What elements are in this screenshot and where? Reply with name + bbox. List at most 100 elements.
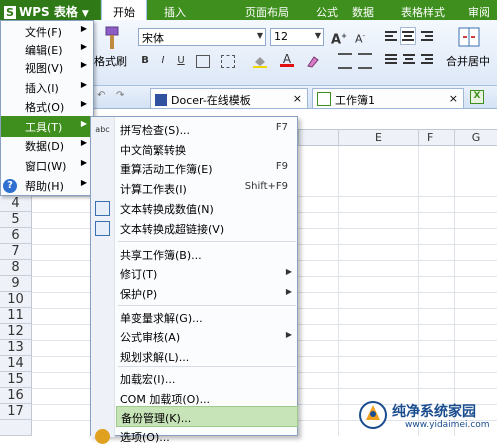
chevron-down-icon[interactable]: ▼	[315, 31, 321, 40]
column-header-f[interactable]: F	[418, 130, 454, 146]
menu-item-insert[interactable]: 插入(I) ▶	[1, 77, 93, 98]
row-header[interactable]: 5	[0, 212, 32, 228]
clear-format-icon[interactable]	[306, 55, 320, 68]
submenu-arrow-icon: ▶	[285, 330, 292, 339]
menu-item-load-macro[interactable]: 加载宏(I)...	[116, 368, 298, 389]
tab-review[interactable]: 审阅	[461, 0, 497, 20]
tab-page-layout[interactable]: 页面布局	[232, 0, 302, 20]
submenu-arrow-icon: ▶	[285, 287, 292, 296]
row-header[interactable]: 9	[0, 276, 32, 292]
font-size-value: 12	[274, 30, 288, 43]
tab-home[interactable]: 开始	[101, 0, 147, 20]
submenu-arrow-icon: ▶	[285, 267, 292, 276]
menu-item-text-to-hyperlink[interactable]: 文本转换成超链接(V)	[116, 218, 298, 239]
menu-item-options[interactable]: 选项(O)...	[116, 426, 298, 447]
align-middle-icon[interactable]	[402, 53, 416, 67]
format-painter-icon[interactable]	[100, 25, 124, 51]
gridline	[454, 146, 455, 436]
menu-item-spell-check[interactable]: 拼写检查(S)... F7	[116, 119, 298, 140]
column-header-g[interactable]: G	[454, 130, 497, 146]
menu-item-calculate-sheet[interactable]: 计算工作表(I) Shift+F9	[116, 178, 298, 199]
menu-item-format[interactable]: 格式(O) ▶	[1, 96, 93, 117]
decrease-font-icon[interactable]: A-	[351, 28, 369, 46]
tab-docer-templates[interactable]: Docer-在线模板 ×	[150, 88, 308, 108]
menu-item-label: COM 加载项(O)...	[120, 393, 211, 406]
chevron-down-icon[interactable]: ▼	[257, 31, 263, 40]
menu-item-solver[interactable]: 规划求解(L)...	[116, 346, 298, 367]
menu-item-share-workbook[interactable]: 共享工作簿(B)...	[116, 244, 298, 265]
menu-item-label: 视图(V)	[25, 62, 64, 75]
font-size-select[interactable]: 12 ▼	[270, 28, 324, 46]
tab-workbook1[interactable]: 工作簿1 ×	[312, 88, 464, 108]
column-header[interactable]	[298, 130, 338, 146]
menu-item-formula-auditing[interactable]: 公式审核(A) ▶	[116, 326, 298, 347]
row-header[interactable]: 8	[0, 260, 32, 276]
row-header[interactable]: 6	[0, 228, 32, 244]
menu-item-backup-management[interactable]: 备份管理(K)...	[116, 406, 298, 427]
menu-item-view[interactable]: 视图(V) ▶	[1, 57, 93, 78]
tab-data[interactable]: 数据	[340, 0, 386, 20]
format-painter-label[interactable]: 格式刷	[94, 53, 127, 69]
submenu-arrow-icon: ▶	[80, 158, 87, 167]
tab-table-style[interactable]: 表格样式	[388, 0, 458, 20]
outdent-icon[interactable]	[358, 53, 372, 69]
row-header[interactable]: 13	[0, 340, 32, 356]
menu-item-label: 文本转换成数值(N)	[120, 203, 214, 216]
row-header[interactable]: 12	[0, 324, 32, 340]
menu-separator	[118, 305, 296, 306]
align-left-icon[interactable]	[384, 29, 398, 43]
align-center-icon[interactable]	[400, 27, 416, 45]
wps-app-menu-button[interactable]: S WPS 表格 ▼	[0, 0, 100, 20]
close-tab-icon[interactable]: ×	[449, 92, 458, 105]
merge-center-label[interactable]: 合并居中	[446, 53, 490, 69]
app-title: WPS 表格	[19, 5, 78, 19]
menu-item-data[interactable]: 数据(D) ▶	[1, 135, 93, 156]
menu-item-protect[interactable]: 保护(P) ▶	[116, 283, 298, 304]
row-header[interactable]: 4	[0, 196, 32, 212]
menu-item-label: 数据(D)	[25, 140, 65, 153]
menu-item-chinese-conversion[interactable]: 中文简繁转换	[116, 139, 298, 160]
row-header[interactable]: 15	[0, 372, 32, 388]
align-right-icon[interactable]	[420, 29, 434, 43]
docer-logo-icon	[155, 94, 167, 106]
row-header[interactable]: 10	[0, 292, 32, 308]
italic-icon[interactable]: I	[156, 53, 170, 69]
back-arrow-icon[interactable]: ↶	[97, 90, 105, 101]
row-header[interactable]: 17	[0, 404, 32, 420]
menu-item-label: 窗口(W)	[25, 160, 67, 173]
column-header-e[interactable]: E	[338, 130, 418, 146]
menu-item-text-to-number[interactable]: 文本转换成数值(N)	[116, 198, 298, 219]
submenu-arrow-icon: ▶	[80, 80, 87, 89]
menu-item-recalc-workbook[interactable]: 重算活动工作簿(E) F9	[116, 158, 298, 179]
row-header[interactable]: 7	[0, 244, 32, 260]
menu-item-label: 文件(F)	[25, 26, 62, 39]
row-header[interactable]: 16	[0, 388, 32, 404]
align-top-icon[interactable]	[384, 53, 398, 67]
menu-separator	[118, 241, 296, 242]
menu-item-window[interactable]: 窗口(W) ▶	[1, 155, 93, 176]
merge-center-icon[interactable]	[458, 26, 480, 50]
row-header[interactable]	[0, 420, 32, 436]
row-header[interactable]: 11	[0, 308, 32, 324]
menu-item-tools[interactable]: 工具(T) ▶	[1, 116, 93, 137]
indent-icon[interactable]	[338, 53, 352, 69]
row-header[interactable]: 14	[0, 356, 32, 372]
menu-item-label: 中文简繁转换	[120, 144, 186, 157]
forward-arrow-icon[interactable]: ↷	[116, 90, 124, 101]
font-color-icon[interactable]: A	[280, 51, 294, 67]
borders-icon[interactable]	[196, 55, 210, 68]
align-bottom-icon[interactable]	[420, 53, 434, 67]
bold-icon[interactable]: B	[138, 53, 152, 69]
new-workbook-icon[interactable]: X	[470, 90, 484, 104]
underline-icon[interactable]: U	[174, 53, 188, 69]
close-tab-icon[interactable]: ×	[293, 92, 302, 105]
menu-item-track-changes[interactable]: 修订(T) ▶	[116, 263, 298, 284]
text-to-link-icon	[95, 221, 110, 236]
increase-font-icon[interactable]: A+	[330, 28, 348, 47]
font-name-select[interactable]: 宋体 ▼	[138, 28, 266, 46]
shortcut-text: F7	[275, 122, 288, 133]
menu-item-goal-seek[interactable]: 单变量求解(G)...	[116, 307, 298, 328]
cell-style-icon[interactable]	[221, 55, 235, 68]
fill-color-icon[interactable]	[253, 56, 267, 68]
tab-insert[interactable]: 插入	[150, 0, 200, 20]
